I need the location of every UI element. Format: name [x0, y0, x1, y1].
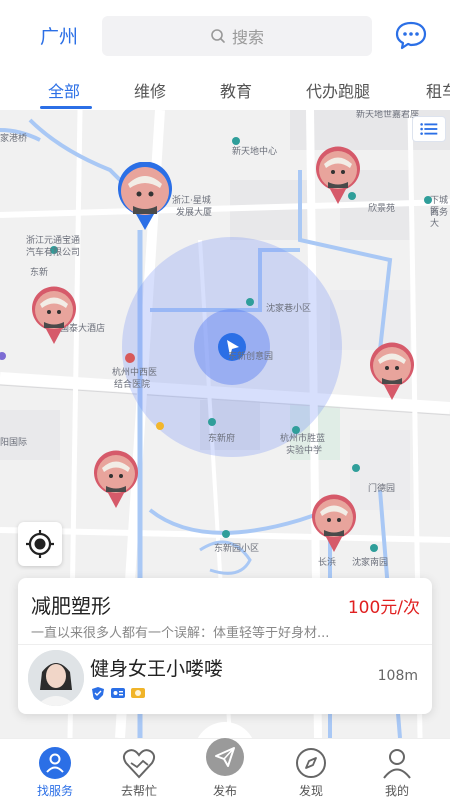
- map-label: 欣景苑: [368, 204, 396, 214]
- search-placeholder: 搜索: [231, 28, 264, 47]
- map-label: 新天地中心: [232, 147, 278, 157]
- handshake-heart-icon: [122, 749, 156, 779]
- search-input[interactable]: 搜索: [102, 16, 372, 56]
- provider-pin[interactable]: [92, 450, 140, 510]
- map-label: 实验中学: [286, 446, 323, 456]
- provider-pin[interactable]: [314, 146, 362, 206]
- map-label: 东新园小区: [214, 544, 260, 554]
- nav-label: 找服务: [36, 784, 73, 798]
- locate-icon[interactable]: [18, 522, 62, 566]
- divider: [18, 644, 432, 645]
- nav-discover[interactable]: 发现: [276, 739, 346, 800]
- tab-indicator: [40, 106, 92, 109]
- badge-row: [90, 686, 146, 700]
- nav-find-service[interactable]: 找服务: [20, 739, 90, 800]
- verified-shield-icon: [92, 687, 104, 700]
- nav-label: 我的: [384, 784, 409, 798]
- nav-help[interactable]: 去帮忙: [104, 739, 174, 800]
- map-label: 门德园: [368, 484, 396, 494]
- map-label: 阳国际: [0, 438, 28, 448]
- provider-pin[interactable]: [368, 342, 416, 402]
- category-tabs: 全部 维修 教育 代办跑腿 租车: [0, 68, 450, 110]
- map-label: 浙江元通宝通: [26, 236, 81, 246]
- service-description: 一直以来很多人都有一个误解：体重轻等于好身材...: [31, 626, 330, 641]
- map-label: 家港桥: [0, 134, 28, 144]
- provider-pin[interactable]: [116, 162, 174, 232]
- nav-publish[interactable]: 发布: [190, 738, 260, 800]
- map-label: 发展大厦: [176, 208, 213, 218]
- map-label: 沈家巷小区: [266, 304, 312, 314]
- provider-name: 健身女王小喽喽: [90, 658, 224, 680]
- map-label: 商务大: [430, 208, 449, 229]
- map-label: 沈家南园: [352, 558, 389, 568]
- distance: 108m: [377, 668, 418, 684]
- map-label: 结合医院: [114, 380, 151, 390]
- map-label: 东新创意园: [228, 352, 274, 362]
- nav-label: 发现: [298, 784, 323, 798]
- avatar[interactable]: [28, 650, 84, 706]
- city-selector[interactable]: 广州: [40, 22, 78, 49]
- map-label: 长浜: [318, 558, 337, 568]
- tab-repair[interactable]: 维修: [134, 78, 166, 102]
- tab-all[interactable]: 全部: [48, 78, 80, 102]
- compass-icon: [296, 748, 326, 778]
- search-icon: [211, 29, 225, 43]
- nav-label: 去帮忙: [120, 784, 157, 798]
- person-search-icon: [39, 747, 71, 779]
- provider-pin[interactable]: [310, 494, 358, 554]
- tab-errands[interactable]: 代办跑腿: [306, 78, 370, 102]
- list-view-icon[interactable]: [412, 116, 446, 142]
- service-card[interactable]: 减肥塑形 100元/次 一直以来很多人都有一个误解：体重轻等于好身材... 健身…: [18, 578, 432, 714]
- service-price: 100元/次: [347, 598, 420, 618]
- header: 广州 搜索: [0, 0, 450, 68]
- service-title: 减肥塑形: [31, 594, 111, 618]
- paper-plane-icon: [206, 738, 244, 776]
- map-label: 浙江·星城: [172, 196, 211, 206]
- map-label: 东新: [30, 268, 49, 278]
- gold-badge-icon: [131, 688, 145, 698]
- provider-pin[interactable]: [30, 286, 78, 346]
- nav-label: 发布: [212, 784, 237, 798]
- chat-bubble-icon[interactable]: [394, 20, 428, 50]
- nav-mine[interactable]: 我的: [362, 739, 432, 800]
- map-label: 杭州市胜蓝: [280, 434, 326, 444]
- user-icon: [383, 749, 411, 779]
- map-label: 杭州中西医: [112, 368, 158, 378]
- bottom-nav: 找服务 去帮忙 发布 发现 我的: [0, 738, 450, 800]
- id-card-icon: [111, 688, 125, 698]
- tab-education[interactable]: 教育: [220, 78, 252, 102]
- tab-car-rental[interactable]: 租车: [426, 78, 450, 102]
- map-label: 汽车有限公司: [26, 248, 81, 258]
- map-label: 东新府: [208, 434, 236, 444]
- map-label: 新天地世嘉君座: [356, 110, 420, 120]
